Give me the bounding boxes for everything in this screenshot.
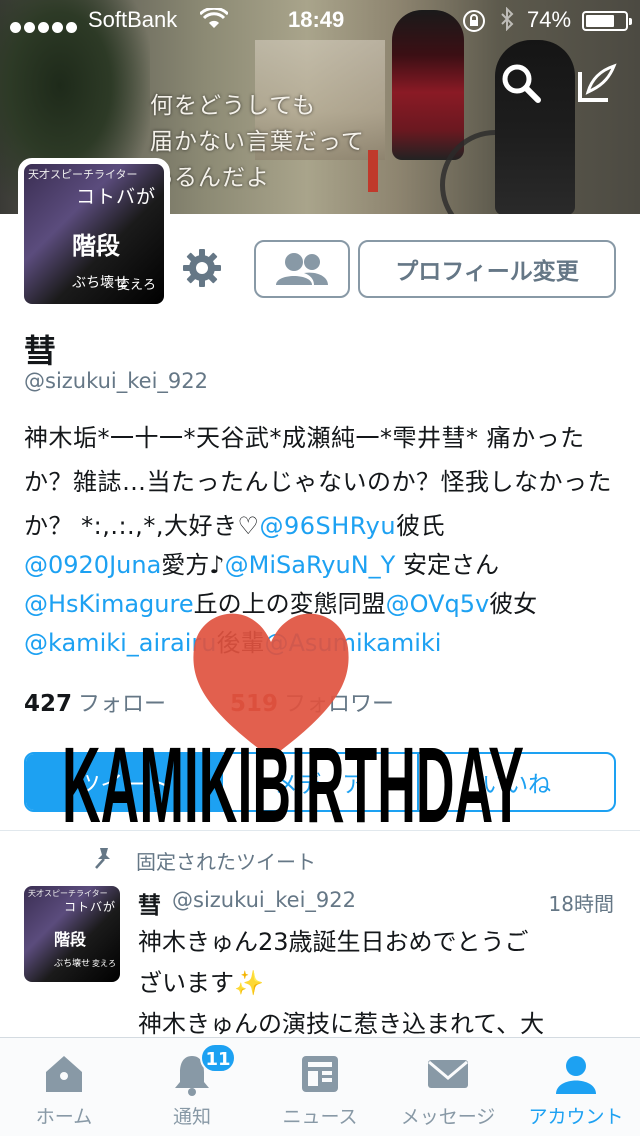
tweet-avatar[interactable]: 天才スピーチライター コトバが 階段 ぶち壊せ 変えろ: [24, 886, 120, 982]
bio-mention-link[interactable]: @MiSaRyuN_Y: [225, 551, 396, 579]
bio-text: 安定さん: [395, 551, 499, 579]
tweet-timestamp: 18時間: [548, 892, 614, 916]
tweet-text[interactable]: 神木きゅん23歳誕生日おめでとうご ざいます✨ 神木きゅんの演技に惹き込まれて、…: [138, 922, 618, 1045]
tabbar-notifications[interactable]: 11 通知: [128, 1038, 256, 1136]
tabbar-home[interactable]: ホーム: [0, 1038, 128, 1136]
following-label: フォロー: [78, 692, 167, 717]
avatar-text: 変えろ: [92, 959, 116, 968]
avatar-text: 階段: [54, 930, 87, 949]
find-friends-button[interactable]: [254, 240, 350, 298]
profile-handle: @sizukui_kei_922: [24, 369, 209, 393]
tabbar-label: アカウント: [528, 1106, 624, 1128]
people-icon: [276, 253, 328, 285]
compose-tweet-button[interactable]: [574, 60, 620, 106]
avatar-image: 天才スピーチライター コトバが 階段 ぶち壊せ 変えろ: [24, 164, 164, 304]
banner-caption-line: 何をどうしても: [150, 93, 317, 119]
battery-icon: [582, 11, 632, 31]
person-icon: [556, 1056, 596, 1094]
birthday-sticker-text: KAMIKIBIRTHDAY: [62, 724, 524, 834]
gear-icon: [183, 249, 221, 287]
tabbar-messages[interactable]: メッセージ: [384, 1038, 512, 1136]
pinned-label-text: 固定されたツイート: [136, 850, 316, 874]
divider: [0, 830, 640, 831]
wifi-icon: [198, 6, 230, 36]
settings-button[interactable]: [180, 246, 224, 290]
bio-mention-link[interactable]: @96SHRyu: [259, 512, 396, 540]
bio-mention-link[interactable]: @HsKimagure: [24, 590, 194, 618]
notification-badge: 11: [200, 1043, 236, 1073]
banner-caption-line: 届かない言葉だって: [150, 129, 365, 155]
avatar-text: 変えろ: [116, 278, 156, 293]
battery-percent: 74%: [527, 7, 572, 32]
edit-profile-button[interactable]: プロフィール変更: [358, 240, 616, 298]
status-bar: SoftBank 18:49 74%: [0, 0, 640, 40]
carrier-name: SoftBank: [88, 7, 178, 32]
avatar-text: ぶち壊せ: [54, 959, 91, 969]
rotation-lock-icon: [462, 9, 486, 39]
pin-icon: [95, 848, 110, 869]
banner-caption: 何をどうしても 届かない言葉だって あるんだよ: [150, 88, 410, 196]
signal-strength-icon: [10, 13, 80, 39]
avatar-image: 天才スピーチライター コトバが 階段 ぶち壊せ 変えろ: [24, 886, 120, 982]
compose-tweet-icon: [578, 63, 617, 102]
tabbar-label: メッセージ: [400, 1106, 496, 1128]
follow-counts: 427フォロー 519フォロワー: [24, 686, 394, 718]
tweet-text-line: 神木きゅん23歳誕生日おめでとうご: [138, 928, 529, 956]
tabbar-label: 通知: [172, 1106, 211, 1128]
bio-text: 彼女: [489, 590, 538, 618]
envelope-icon: [428, 1060, 468, 1088]
banner-caption-line: あるんだよ: [150, 165, 270, 191]
tabbar-label: ホーム: [35, 1106, 93, 1128]
following-count-link[interactable]: 427 フォロー: [24, 691, 167, 717]
tweet-author-name[interactable]: 彗: [138, 886, 161, 920]
news-icon: [302, 1056, 338, 1092]
bio-mention-link[interactable]: @OVq5v: [386, 590, 490, 618]
home-icon: [46, 1056, 82, 1092]
bottom-tab-bar: ホーム 11 通知 ニュース メッセージ アカウント: [0, 1037, 640, 1136]
pinned-tweet-label: 固定されたツイート: [92, 846, 316, 875]
tabbar-news[interactable]: ニュース: [256, 1038, 384, 1136]
bio-text: 彼氏: [396, 512, 446, 540]
avatar-text: 階段: [72, 231, 120, 260]
search-icon: [502, 64, 541, 103]
tabbar-label: ニュース: [282, 1106, 358, 1128]
avatar-text: 天才スピーチライター: [28, 168, 138, 181]
profile-avatar[interactable]: 天才スピーチライター コトバが 階段 ぶち壊せ 変えろ: [18, 158, 170, 310]
tabbar-account[interactable]: アカウント: [512, 1038, 640, 1136]
display-name: 彗: [24, 332, 57, 370]
avatar-text: コトバが: [63, 900, 116, 914]
birthday-sticker-label: KAMIKIBIRTHDAY: [62, 724, 524, 834]
bio-text: 愛方♪: [161, 551, 225, 579]
avatar-text: コトバが: [75, 186, 156, 208]
bio-mention-link[interactable]: @0920Juna: [24, 551, 161, 579]
following-count: 427: [24, 691, 73, 717]
clock: 18:49: [288, 7, 345, 32]
profile-bio: 神木垢*一十一*天谷武*成瀬純一*雫井彗* 痛かったか？雑誌…当たったんじゃない…: [24, 416, 624, 548]
tweet-text-line: ざいます✨: [138, 969, 264, 997]
bluetooth-icon: [500, 6, 514, 37]
tweet-author-handle: @sizukui_kei_922: [172, 888, 357, 912]
search-button[interactable]: [498, 60, 544, 106]
